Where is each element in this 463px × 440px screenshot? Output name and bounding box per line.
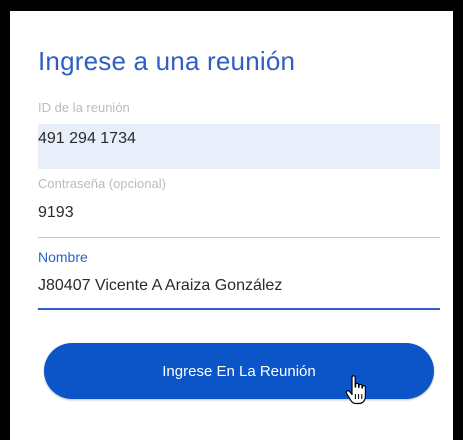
meeting-id-label: ID de la reunión <box>38 100 130 115</box>
hand-pointer-icon <box>345 375 366 405</box>
password-input[interactable]: 9193 <box>38 204 74 222</box>
password-underline <box>38 237 440 238</box>
name-field[interactable]: Nombre J80407 Vicente A Araiza González <box>38 247 440 313</box>
name-underline <box>38 308 440 310</box>
password-field[interactable]: Contraseña (opcional) 9193 <box>38 174 440 240</box>
join-meeting-button[interactable]: Ingrese En La Reunión <box>44 343 434 399</box>
meeting-id-field[interactable]: ID de la reunión 491 294 1734 <box>38 99 440 171</box>
join-meeting-dialog: Ingrese a una reunión ID de la reunión 4… <box>10 11 453 440</box>
meeting-id-input[interactable]: 491 294 1734 <box>38 130 136 148</box>
password-label: Contraseña (opcional) <box>38 176 166 191</box>
dialog-title: Ingrese a una reunión <box>38 46 296 76</box>
name-label: Nombre <box>38 249 88 265</box>
name-input[interactable]: J80407 Vicente A Araiza González <box>38 277 282 295</box>
